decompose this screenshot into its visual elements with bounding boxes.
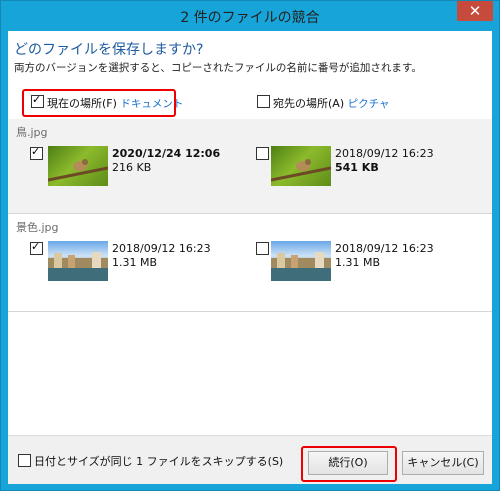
skip-same-checkbox[interactable] bbox=[18, 454, 31, 467]
row-divider bbox=[8, 311, 492, 312]
town-image bbox=[271, 252, 331, 281]
file-current-size: 216 KB bbox=[112, 161, 152, 174]
conflict-dialog: 2 件のファイルの競合 ✕ どのファイルを保存しますか? 両方のバージョンを選択… bbox=[0, 0, 500, 491]
file-current-info: 2020/12/24 12:06 216 KB bbox=[112, 147, 220, 175]
destination-location-link[interactable]: ピクチャ bbox=[348, 98, 390, 110]
destination-location-checkbox[interactable] bbox=[257, 95, 270, 108]
file-current-date: 2020/12/24 12:06 bbox=[112, 147, 221, 160]
file-destination-size: 541 KB bbox=[335, 161, 379, 174]
file-current-checkbox[interactable] bbox=[30, 145, 43, 160]
dialog-footer: 日付とサイズが同じ 1 ファイルをスキップする(S) 続行(O) キャンセル(C… bbox=[8, 435, 492, 484]
file-destination-info: 2018/09/12 16:23 1.31 MB bbox=[335, 242, 434, 270]
bird-image bbox=[48, 159, 108, 182]
file-current-size: 1.31 MB bbox=[112, 256, 158, 269]
destination-location-label[interactable]: 宛先の場所(A) ピクチャ bbox=[273, 95, 390, 111]
town-thumbnail[interactable] bbox=[271, 241, 331, 281]
file-current-date: 2018/09/12 16:23 bbox=[112, 242, 211, 255]
file-name: 景色.jpg bbox=[16, 221, 59, 234]
file-name: 鳥.jpg bbox=[16, 126, 48, 139]
cancel-button[interactable]: キャンセル(C) bbox=[402, 451, 484, 475]
file-row: 鳥.jpg 2020/12/24 12:06 216 KB bbox=[8, 119, 492, 213]
title-bar: 2 件のファイルの競合 ✕ bbox=[1, 1, 499, 31]
town-image bbox=[48, 252, 108, 281]
file-current-checkbox[interactable] bbox=[30, 240, 43, 255]
window-title: 2 件のファイルの競合 bbox=[180, 10, 320, 26]
current-location-link[interactable]: ドキュメント bbox=[120, 98, 183, 110]
dialog-description: 両方のバージョンを選択すると、コピーされたファイルの名前に番号が追加されます。 bbox=[14, 62, 422, 74]
bird-thumbnail[interactable] bbox=[48, 146, 108, 186]
skip-same-label[interactable]: 日付とサイズが同じ 1 ファイルをスキップする(S) bbox=[34, 453, 283, 469]
file-destination-date: 2018/09/12 16:23 bbox=[335, 147, 434, 160]
dialog-body: どのファイルを保存しますか? 両方のバージョンを選択すると、コピーされたファイル… bbox=[8, 31, 492, 484]
destination-location-text: 宛先の場所(A) bbox=[273, 97, 345, 110]
file-destination-checkbox[interactable] bbox=[256, 242, 269, 255]
current-location-checkbox[interactable] bbox=[31, 93, 44, 108]
current-location-text: 現在の場所(F) bbox=[47, 97, 117, 110]
file-current-info: 2018/09/12 16:23 1.31 MB bbox=[112, 242, 211, 270]
file-destination-checkbox[interactable] bbox=[256, 147, 269, 160]
close-button[interactable]: ✕ bbox=[457, 1, 493, 21]
file-destination-size: 1.31 MB bbox=[335, 256, 381, 269]
bird-image bbox=[271, 159, 331, 182]
bird-thumbnail[interactable] bbox=[271, 146, 331, 186]
town-thumbnail[interactable] bbox=[48, 241, 108, 281]
current-location-label[interactable]: 現在の場所(F) ドキュメント bbox=[47, 95, 183, 111]
file-row: 景色.jpg 2018/09/12 16:23 1.31 MB bbox=[8, 214, 492, 308]
continue-button[interactable]: 続行(O) bbox=[308, 451, 388, 475]
dialog-question: どのファイルを保存しますか? bbox=[14, 42, 204, 58]
file-destination-info: 2018/09/12 16:23 541 KB bbox=[335, 147, 434, 175]
file-destination-date: 2018/09/12 16:23 bbox=[335, 242, 434, 255]
